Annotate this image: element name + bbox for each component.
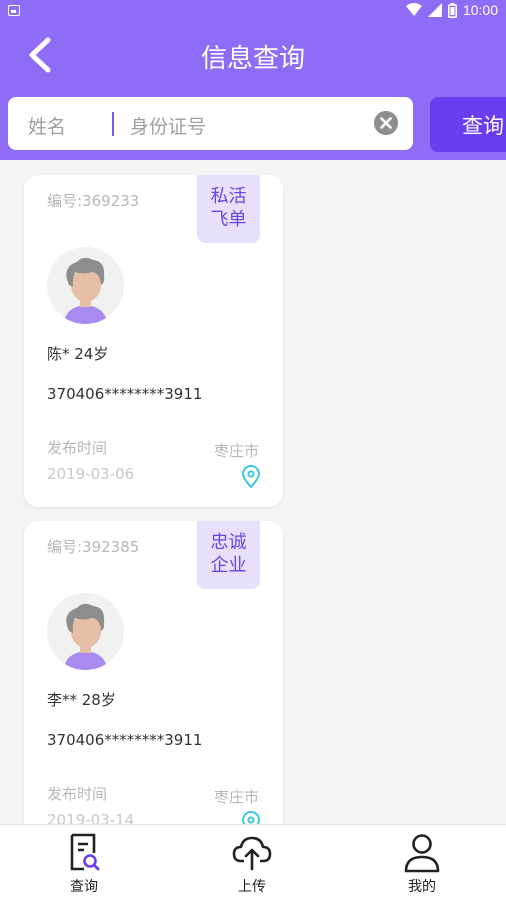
tab-label: 上传 [238,879,266,895]
wifi-icon [405,3,422,16]
tag-line: 企业 [210,555,247,576]
user-icon [404,834,440,873]
publish-label: 发布时间 [47,785,108,803]
person-info: 陈* 24岁 [47,345,109,363]
tab-label: 查询 [70,879,98,895]
record-number: 编号:369233 [47,192,140,210]
tab-upload[interactable]: 上传 [192,825,312,900]
clear-icon[interactable] [374,111,398,135]
record-card[interactable]: 编号:369233 私活 飞单 陈* 24岁 370406********391… [24,175,283,507]
record-number: 编号:392385 [47,538,140,556]
location-pin-icon [241,811,261,824]
publish-label: 发布时间 [47,439,108,457]
signal-icon [427,3,442,17]
publish-date: 2019-03-06 [47,465,135,483]
record-tag: 忠诚 企业 [197,521,260,589]
id-number: 370406********3911 [47,385,203,403]
tag-line: 私活 [210,186,247,207]
record-card[interactable]: 编号:392385 忠诚 企业 李** 28岁 370406********39… [24,521,283,824]
search-box: 姓名 身份证号 [8,97,413,150]
notification-icon [8,5,20,16]
battery-icon [447,2,457,18]
city: 枣庄市 [213,788,259,806]
avatar [47,247,124,324]
location-pin-icon [241,465,261,489]
tag-line: 飞单 [210,209,247,230]
status-bar: 10:00 [0,0,506,22]
document-search-icon [70,833,100,871]
input-cursor [112,112,114,136]
publish-date: 2019-03-14 [47,811,135,824]
tab-label: 我的 [408,879,436,895]
tab-query[interactable]: 查询 [24,825,144,900]
avatar [47,593,124,670]
query-button[interactable]: 查询 [430,97,506,152]
city: 枣庄市 [213,442,259,460]
record-list[interactable]: 编号:369233 私活 飞单 陈* 24岁 370406********391… [0,160,506,824]
person-info: 李** 28岁 [47,691,116,709]
header: 信息查询 姓名 身份证号 查询 [0,22,506,160]
id-number-input[interactable]: 身份证号 [130,112,206,139]
id-number: 370406********3911 [47,731,203,749]
cloud-upload-icon [232,836,272,871]
tag-line: 忠诚 [210,532,247,553]
page-title: 信息查询 [200,44,305,74]
name-input[interactable]: 姓名 [28,112,66,139]
bottom-tab-bar: 查询 上传 我的 [0,824,506,900]
status-time: 10:00 [462,2,498,18]
tab-mine[interactable]: 我的 [362,825,482,900]
record-tag: 私活 飞单 [197,175,260,243]
